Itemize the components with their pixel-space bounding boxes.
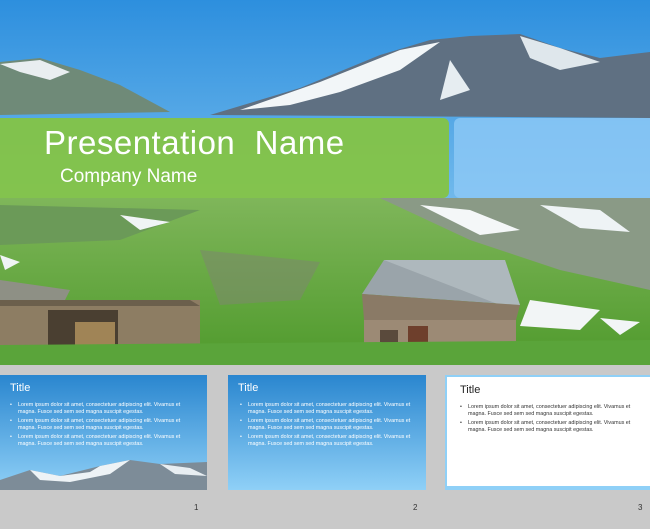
bullet-item: Lorem ipsum dolor sit amet, consectetuer… bbox=[240, 434, 418, 447]
title-band-accent bbox=[454, 118, 650, 198]
thumbnail-title: Title bbox=[460, 384, 481, 396]
bullet-item: Lorem ipsum dolor sit amet, consectetuer… bbox=[10, 402, 199, 415]
presentation-title[interactable]: Presentation Name bbox=[44, 124, 345, 162]
slide-number: 3 bbox=[638, 503, 643, 512]
thumbnail-page: Title Lorem ipsum dolor sit amet, consec… bbox=[447, 377, 650, 486]
thumbnail-title: Title bbox=[10, 382, 31, 394]
bullet-item: Lorem ipsum dolor sit amet, consectetuer… bbox=[240, 402, 418, 415]
slide-thumbnail-2[interactable]: Title Lorem ipsum dolor sit amet, consec… bbox=[228, 375, 426, 490]
thumbnail-bullet-list: Lorem ipsum dolor sit amet, consectetuer… bbox=[10, 402, 199, 451]
bullet-item: Lorem ipsum dolor sit amet, consectetuer… bbox=[10, 434, 199, 447]
bullet-item: Lorem ipsum dolor sit amet, consectetuer… bbox=[460, 420, 642, 433]
bullet-item: Lorem ipsum dolor sit amet, consectetuer… bbox=[460, 404, 642, 417]
thumbnail-bullet-list: Lorem ipsum dolor sit amet, consectetuer… bbox=[460, 404, 642, 436]
thumbnail-title: Title bbox=[238, 382, 259, 394]
mountain-strip-image bbox=[0, 460, 207, 490]
company-name[interactable]: Company Name bbox=[60, 166, 197, 188]
slide-thumbnail-3[interactable]: Title Lorem ipsum dolor sit amet, consec… bbox=[445, 375, 650, 490]
slide-number: 2 bbox=[413, 503, 418, 512]
bullet-item: Lorem ipsum dolor sit amet, consectetuer… bbox=[240, 418, 418, 431]
bullet-item: Lorem ipsum dolor sit amet, consectetuer… bbox=[10, 418, 199, 431]
thumbnail-bullet-list: Lorem ipsum dolor sit amet, consectetuer… bbox=[240, 402, 418, 451]
slide-thumbnail-1[interactable]: Title Lorem ipsum dolor sit amet, consec… bbox=[0, 375, 207, 490]
slide-number: 1 bbox=[194, 503, 199, 512]
